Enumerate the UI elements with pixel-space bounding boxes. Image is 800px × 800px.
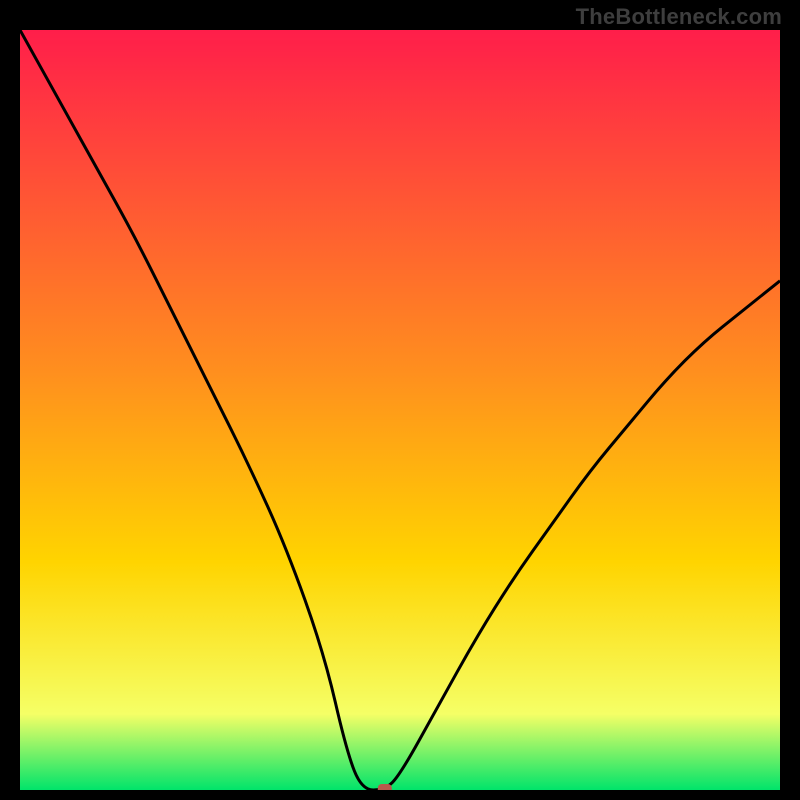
chart-container: TheBottleneck.com [0, 0, 800, 800]
plot-area [20, 30, 780, 790]
gradient-background [20, 30, 780, 790]
chart-svg [20, 30, 780, 790]
optimal-marker [378, 784, 392, 790]
watermark-text: TheBottleneck.com [576, 4, 782, 30]
